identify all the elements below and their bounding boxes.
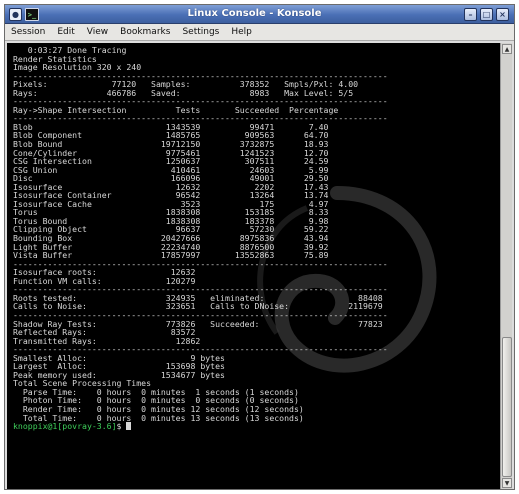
scroll-up-icon[interactable]: ▲ xyxy=(502,44,512,54)
window-title: Linux Console - Konsole xyxy=(187,8,322,19)
minimize-icon[interactable]: – xyxy=(464,8,477,21)
menu-view[interactable]: View xyxy=(87,27,108,37)
terminal-area[interactable]: 0:03:27 Done Tracing Render Statistics Ima… xyxy=(7,43,502,489)
menu-edit[interactable]: Edit xyxy=(57,27,74,37)
prompt-symbol: $ xyxy=(116,421,127,432)
window-menu-icon[interactable]: ● xyxy=(9,8,22,21)
menu-help[interactable]: Help xyxy=(231,27,252,37)
scrollbar-thumb[interactable] xyxy=(502,337,512,477)
terminal-output: 0:03:27 Done Tracing Render Statistics Ima… xyxy=(13,46,493,431)
shell-prompt[interactable]: knoppix@1[povray-3.6]$ xyxy=(13,422,493,431)
title-bar[interactable]: ● >_ Linux Console - Konsole – □ × xyxy=(5,5,514,24)
menu-bar: Session Edit View Bookmarks Settings Hel… xyxy=(5,24,514,41)
vertical-scrollbar[interactable]: ▲ ▼ xyxy=(500,43,512,489)
close-icon[interactable]: × xyxy=(496,8,509,21)
scroll-down-icon[interactable]: ▼ xyxy=(502,478,512,488)
maximize-icon[interactable]: □ xyxy=(480,8,493,21)
konsole-app-icon: >_ xyxy=(25,8,39,21)
prompt-user-path: knoppix@1[povray-3.6] xyxy=(13,421,117,432)
menu-session[interactable]: Session xyxy=(11,27,45,37)
konsole-window: ● >_ Linux Console - Konsole – □ × Sessi… xyxy=(4,4,515,490)
menu-settings[interactable]: Settings xyxy=(182,27,219,37)
text-cursor xyxy=(126,422,132,431)
menu-bookmarks[interactable]: Bookmarks xyxy=(120,27,170,37)
